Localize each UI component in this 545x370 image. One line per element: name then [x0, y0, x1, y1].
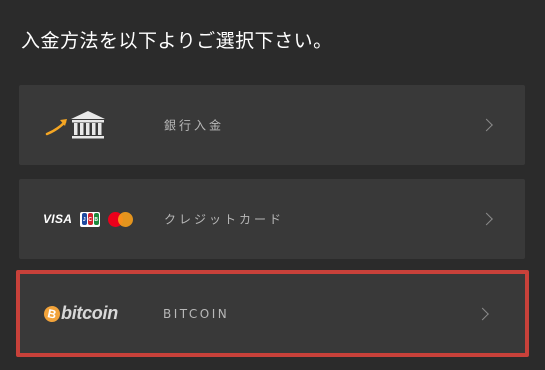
option-label-credit-card: クレジットカード: [164, 212, 285, 227]
bitcoin-logo-icon: B bitcoin: [42, 297, 118, 331]
payment-option-bank-transfer[interactable]: 銀行入金: [19, 85, 525, 165]
bank-transfer-icon: [43, 108, 109, 142]
bitcoin-coin-icon: B: [42, 304, 62, 323]
visa-logo-icon: VISA: [43, 212, 73, 226]
payment-option-credit-card[interactable]: VISA J C B クレジットカード: [19, 179, 525, 259]
chevron-right-icon: [480, 118, 493, 132]
page-heading: 入金方法を以下よりご選択下さい。: [21, 30, 333, 52]
credit-card-brands-icon: VISA J C B: [43, 202, 134, 236]
option-label-bank-transfer: 銀行入金: [164, 118, 225, 133]
chevron-right-icon: [476, 307, 489, 320]
jcb-logo-icon: J C B: [80, 211, 101, 227]
bitcoin-wordmark: bitcoin: [61, 303, 118, 323]
mastercard-logo-icon: [108, 211, 134, 227]
chevron-right-icon: [480, 212, 493, 226]
payment-option-bitcoin[interactable]: B bitcoin BITCOIN: [16, 270, 529, 357]
option-label-bitcoin: BITCOIN: [163, 306, 230, 321]
